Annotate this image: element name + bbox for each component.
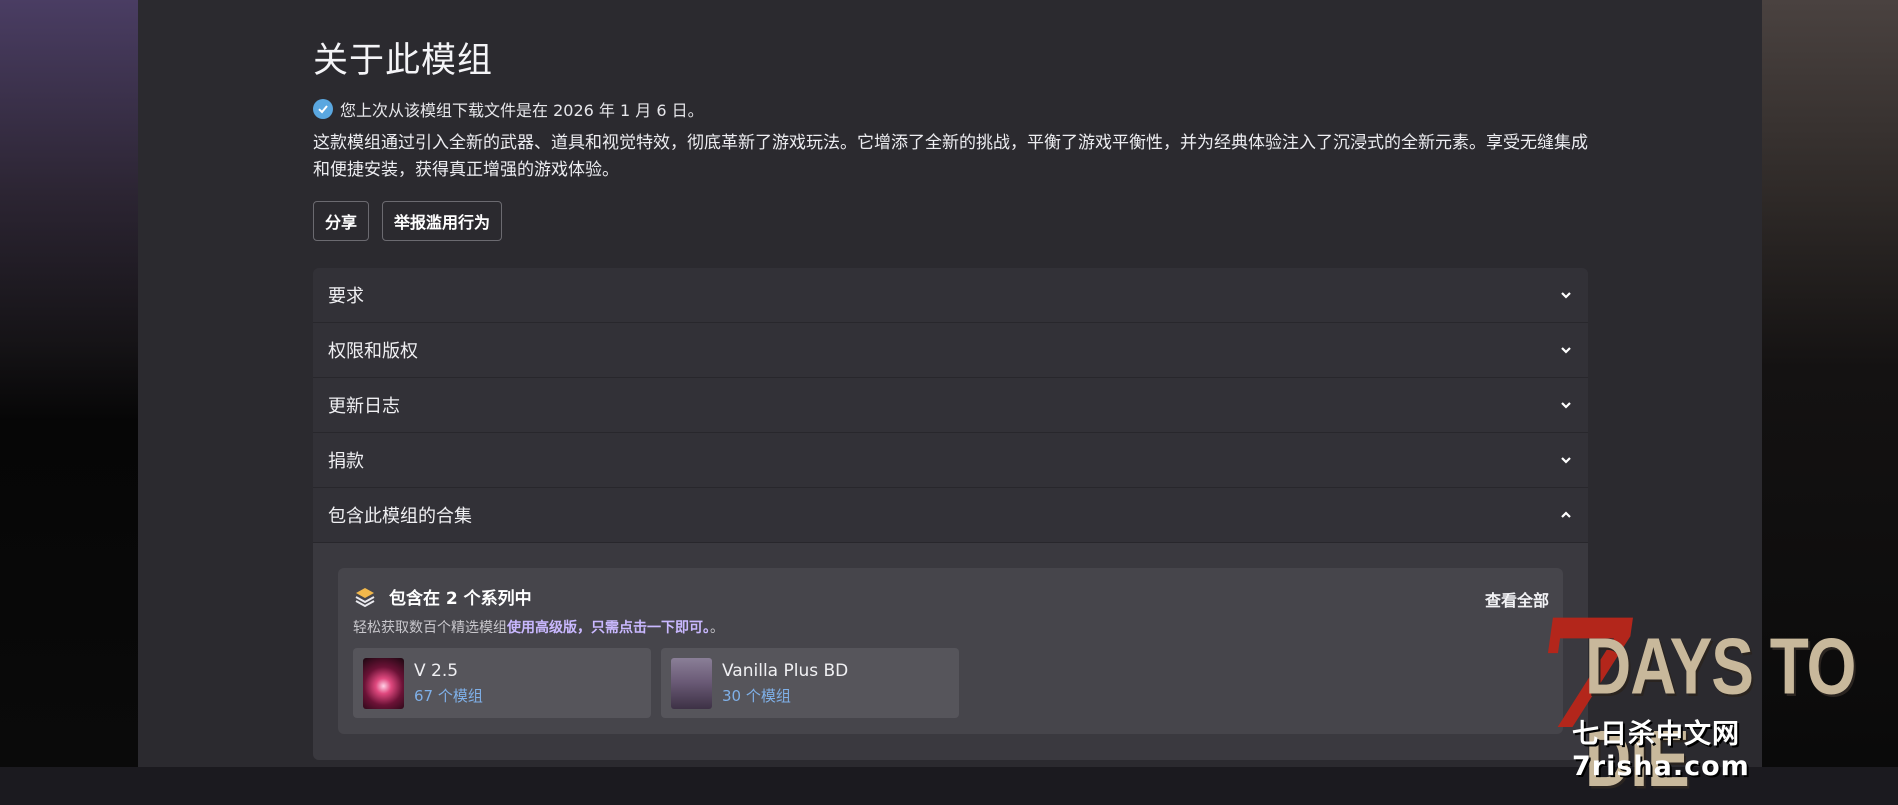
collections-heading: 包含在 2 个系列中 [353, 584, 1548, 609]
last-download-note: 您上次从该模组下载文件是在 2026 年 1 月 6 日。 [313, 97, 704, 121]
promo-text: 轻松获取数百个精选模组 [353, 620, 507, 636]
accordion-label: 更新日志 [328, 396, 400, 417]
layers-icon [355, 587, 375, 607]
collection-mod-count[interactable]: 67 个模组 [414, 685, 483, 706]
accordion-changelog[interactable]: 更新日志 [313, 378, 1588, 433]
last-download-text: 您上次从该模组下载文件是在 2026 年 1 月 6 日。 [340, 101, 704, 120]
chevron-down-icon [1561, 292, 1571, 299]
collection-info: Vanilla Plus BD 30 个模组 [722, 661, 848, 706]
collections-heading-text: 包含在 2 个系列中 [389, 589, 532, 609]
collection-name: V 2.5 [414, 660, 459, 681]
premium-link[interactable]: 使用高级版，只需点击一下即可。 [507, 620, 710, 636]
check-circle-icon [313, 99, 333, 119]
chevron-down-icon [1561, 457, 1571, 464]
collection-thumbnail [671, 657, 712, 709]
chevron-down-icon [1561, 347, 1571, 354]
share-button[interactable]: 分享 [313, 201, 370, 241]
collection-list: V 2.5 67 个模组 Vanilla Plus BD 30 个模组 [353, 648, 1548, 718]
accordion-permissions[interactable]: 权限和版权 [313, 323, 1588, 378]
collection-tile[interactable]: Vanilla Plus BD 30 个模组 [661, 648, 959, 718]
mod-description: 这款模组通过引入全新的武器、道具和视觉特效，彻底革新了游戏玩法。它增添了全新的挑… [313, 133, 1588, 180]
accordion-label: 权限和版权 [328, 341, 418, 362]
accordion-donations[interactable]: 捐款 [313, 433, 1588, 488]
report-abuse-button[interactable]: 举报滥用行为 [382, 201, 503, 241]
premium-promo: 轻松获取数百个精选模组使用高级版，只需点击一下即可。。 [353, 617, 1548, 637]
mod-page: 关于此模组 您上次从该模组下载文件是在 2026 年 1 月 6 日。 这款模组… [138, 0, 1762, 767]
accordion-label: 要求 [328, 286, 364, 307]
collection-name: Vanilla Plus BD [722, 660, 849, 681]
accordion-label: 捐款 [328, 451, 364, 472]
action-buttons: 分享 举报滥用行为 [313, 201, 503, 241]
details-accordion: 要求 权限和版权 更新日志 捐款 包含此模组的合集 包含在 2 个系列中 查看全… [313, 268, 1588, 760]
chevron-down-icon [1561, 402, 1571, 409]
accordion-collections[interactable]: 包含此模组的合集 [313, 488, 1588, 543]
collection-mod-count[interactable]: 30 个模组 [722, 685, 848, 706]
watermark-subtitle: 七日杀中文网7risha.com [1572, 719, 1750, 782]
collection-thumbnail [363, 657, 404, 709]
background-left [0, 0, 138, 767]
collections-panel: 包含在 2 个系列中 查看全部 轻松获取数百个精选模组使用高级版，只需点击一下即… [313, 543, 1588, 760]
page-title: 关于此模组 [313, 41, 494, 81]
accordion-requirements[interactable]: 要求 [313, 268, 1588, 323]
collection-info: V 2.5 67 个模组 [414, 661, 483, 706]
chevron-up-icon [1561, 511, 1571, 518]
promo-suffix: 。 [710, 620, 724, 636]
collection-tile[interactable]: V 2.5 67 个模组 [353, 648, 651, 718]
accordion-label: 包含此模组的合集 [328, 506, 472, 527]
collections-card: 包含在 2 个系列中 查看全部 轻松获取数百个精选模组使用高级版，只需点击一下即… [338, 568, 1563, 734]
site-watermark: 7 DAYS TO DIE 七日杀中文网7risha.com [1521, 587, 1898, 803]
